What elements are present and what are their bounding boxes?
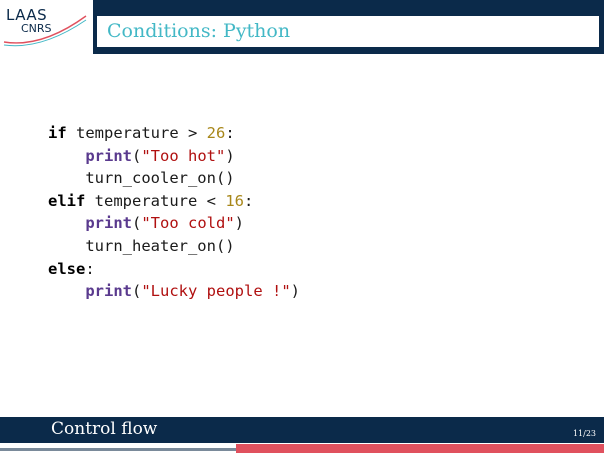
footer-progress-bar-left: [0, 448, 236, 451]
code-token-kw: elif: [48, 191, 86, 210]
code-token-str: "Too hot": [141, 146, 226, 165]
code-line: turn_heater_on(): [48, 235, 300, 258]
code-token-str: "Lucky people !": [141, 282, 291, 301]
footer-bar: Control flow 11/23: [0, 417, 604, 443]
slide-title: Conditions: Python: [107, 20, 291, 42]
code-token-txt: ): [234, 214, 245, 233]
code-token-kw: else: [48, 259, 86, 278]
footer-progress-bar-right: [236, 444, 604, 453]
logo-text-bottom: CNRS: [21, 22, 52, 35]
code-block: if temperature > 26: print("Too hot") tu…: [48, 122, 300, 303]
code-token-txt: (: [132, 214, 142, 233]
code-token-kw: if: [48, 124, 67, 142]
code-line: else:: [48, 258, 300, 281]
code-token-txt: (: [132, 146, 142, 165]
code-token-txt: temperature >: [66, 124, 207, 142]
code-token-str: "Too cold": [141, 214, 235, 233]
code-line: print("Too cold"): [48, 212, 300, 235]
code-line: if temperature > 26:: [48, 122, 300, 145]
code-token-txt: turn_cooler_on(): [48, 169, 235, 188]
code-token-txt: (: [132, 282, 142, 301]
slide-footer: Control flow 11/23: [0, 417, 604, 453]
code-token-fn: print: [85, 146, 132, 165]
code-token-txt: :: [243, 191, 254, 210]
code-line: elif temperature < 16:: [48, 190, 300, 213]
slide-header: LAAS CNRS Conditions: Python: [0, 0, 604, 54]
code-token-txt: ): [225, 146, 235, 165]
title-box: Conditions: Python: [95, 16, 599, 47]
code-line: turn_cooler_on(): [48, 167, 300, 190]
code-line: print("Too hot"): [48, 145, 300, 168]
laas-cnrs-logo: LAAS CNRS: [2, 2, 90, 50]
code-token-num: 26: [206, 124, 226, 142]
code-token-txt: temperature <: [85, 191, 226, 210]
footer-section-title: Control flow: [51, 419, 158, 439]
code-token-txt: :: [225, 124, 235, 142]
page-number: 11/23: [572, 429, 596, 438]
code-token-txt: ): [290, 282, 300, 301]
code-line: print("Lucky people !"): [48, 280, 300, 303]
code-token-txt: :: [85, 259, 95, 278]
code-token-num: 16: [225, 191, 244, 210]
code-token-txt: turn_heater_on(): [48, 236, 235, 255]
code-token-fn: print: [85, 214, 132, 233]
code-token-fn: print: [85, 282, 132, 301]
